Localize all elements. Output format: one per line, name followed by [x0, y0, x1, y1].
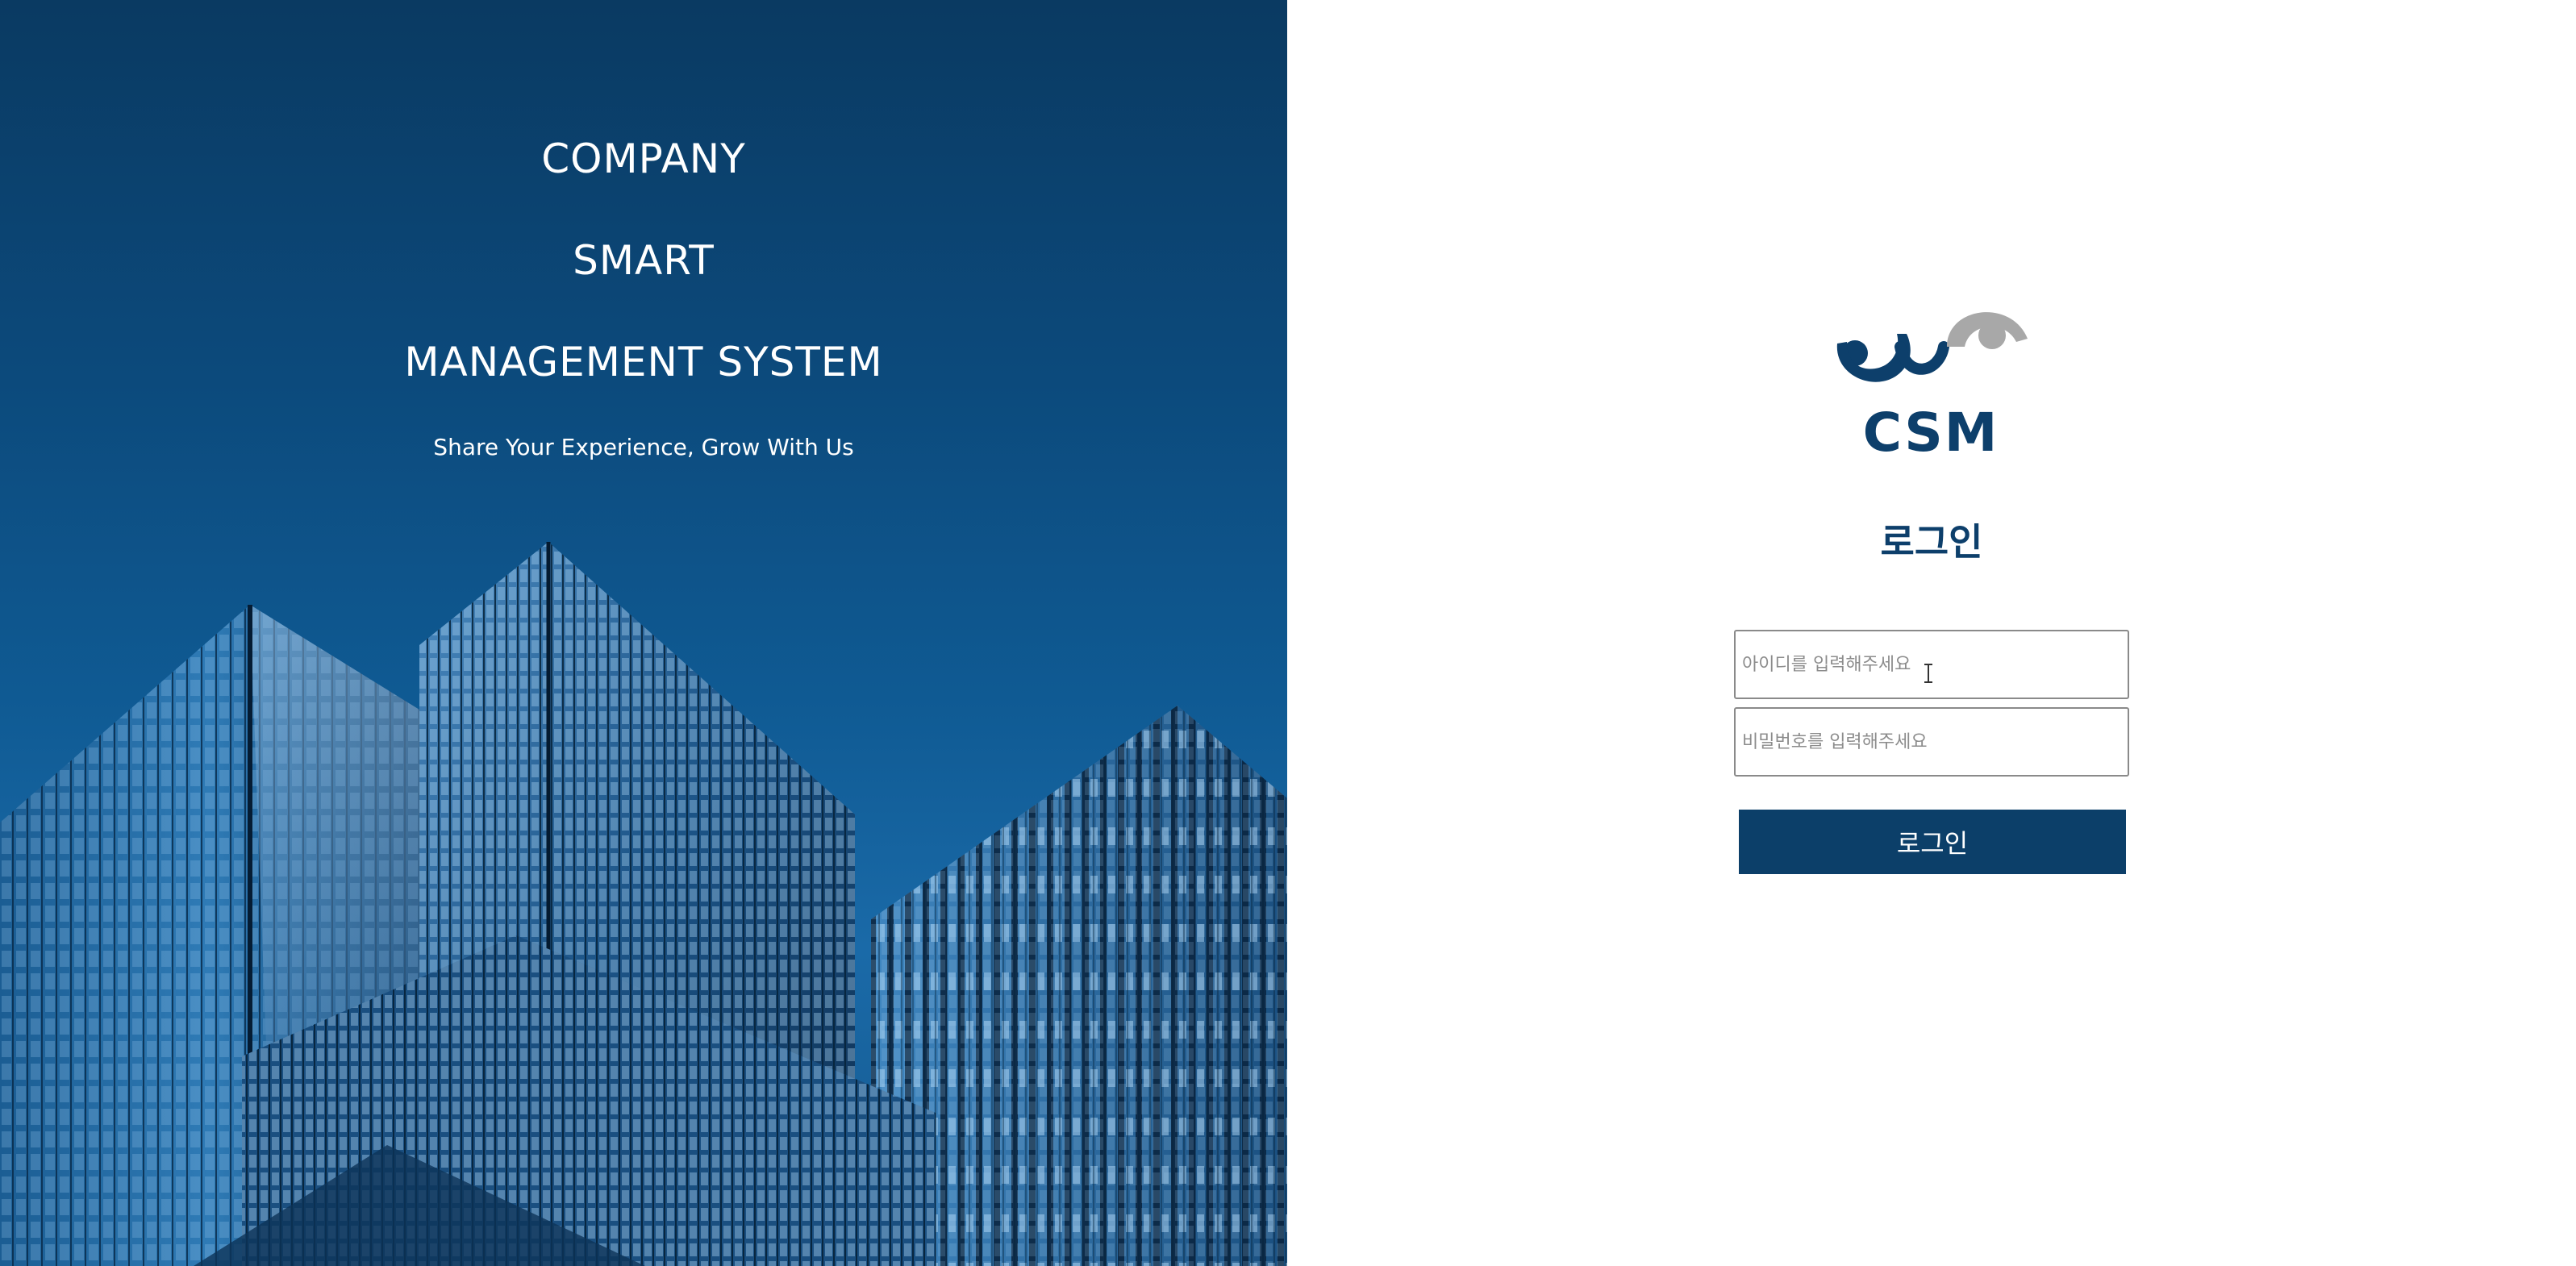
- city-skyline-image: [0, 542, 1287, 1266]
- hero-smart-text: SMART: [573, 237, 715, 284]
- hero-tagline: Share Your Experience, Grow With Us: [433, 434, 854, 460]
- csm-logo: CSM: [1826, 290, 2036, 468]
- hero-system-text: MANAGEMENT SYSTEM: [404, 339, 883, 385]
- hero-company-text: COMPANY: [541, 135, 746, 182]
- csm-logo-icon: [1836, 312, 2028, 382]
- password-input[interactable]: [1734, 707, 2129, 777]
- text-cursor-icon: [1924, 664, 1932, 683]
- login-page: COMPANY SMART MANAGEMENT SYSTEM Share Yo…: [0, 0, 2576, 1266]
- login-button[interactable]: 로그인: [1739, 810, 2126, 874]
- login-title: 로그인: [1880, 520, 1983, 564]
- csm-logo-text: CSM: [1862, 402, 1999, 464]
- hero-panel: COMPANY SMART MANAGEMENT SYSTEM Share Yo…: [0, 0, 1287, 1266]
- login-panel: CSM 로그인 로그인: [1287, 0, 2576, 1266]
